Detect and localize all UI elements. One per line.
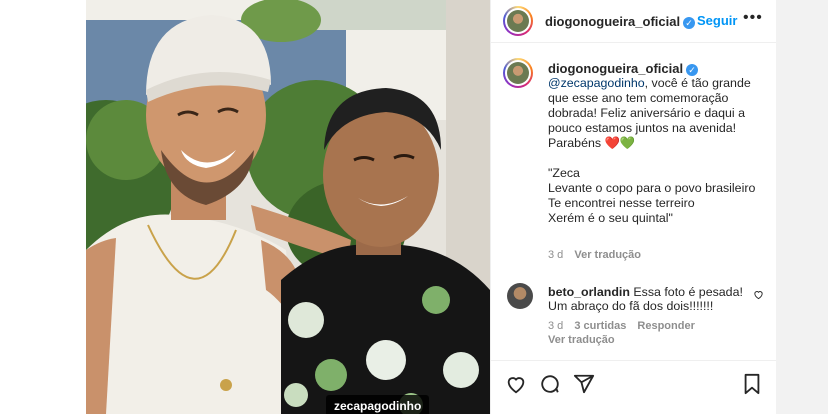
caption-translate-link[interactable]: Ver tradução <box>574 249 641 261</box>
author-name-row: diogonogueira_oficial ✓ <box>545 13 696 31</box>
comment-reply-button[interactable]: Responder <box>637 320 694 332</box>
comment-icon[interactable] <box>539 373 561 400</box>
more-options-icon[interactable]: ••• <box>743 9 763 27</box>
caption-body: , você é tão grande que esse ano tem com… <box>548 76 756 225</box>
bookmark-icon[interactable] <box>742 373 762 400</box>
comment-like-icon[interactable] <box>753 289 764 303</box>
comment-meta: 3 d 3 curtidas Responder <box>548 320 695 332</box>
verified-icon: ✓ <box>686 64 699 76</box>
post-panel: diogonogueira_oficial ✓ Seguir ••• diogon… <box>490 0 776 414</box>
right-gutter <box>775 0 828 414</box>
caption-username[interactable]: diogonogueira_oficial <box>548 61 683 76</box>
left-gutter <box>0 0 86 414</box>
share-icon[interactable] <box>573 373 595 400</box>
commenter-avatar[interactable] <box>507 283 533 309</box>
caption-age: 3 d <box>548 249 564 261</box>
comment-likes[interactable]: 3 curtidas <box>574 320 626 332</box>
caption-mention[interactable]: @zecapagodinho <box>548 76 645 90</box>
post-header: diogonogueira_oficial ✓ Seguir ••• <box>491 0 776 43</box>
author-avatar[interactable] <box>503 6 533 36</box>
verified-icon: ✓ <box>683 17 696 29</box>
author-username[interactable]: diogonogueira_oficial <box>545 14 680 29</box>
comment-translate-link[interactable]: Ver tradução <box>548 334 615 346</box>
follow-button[interactable]: Seguir <box>697 13 737 28</box>
post-photo[interactable]: zecapagodinho <box>86 0 490 414</box>
photo-tag-zecapagodinho[interactable]: zecapagodinho <box>326 395 430 414</box>
caption-meta: 3 d Ver tradução <box>548 249 641 261</box>
comment-age: 3 d <box>548 320 564 332</box>
heart-icon[interactable] <box>505 373 527 400</box>
action-bar <box>491 360 776 415</box>
caption-text: @zecapagodinho, você é tão grande que es… <box>548 76 763 226</box>
commenter-username[interactable]: beto_orlandin <box>548 285 630 299</box>
caption-avatar[interactable] <box>503 58 533 88</box>
photo-illustration <box>86 0 490 414</box>
comment-text: beto_orlandin Essa foto é pesada! Um abr… <box>548 285 743 313</box>
